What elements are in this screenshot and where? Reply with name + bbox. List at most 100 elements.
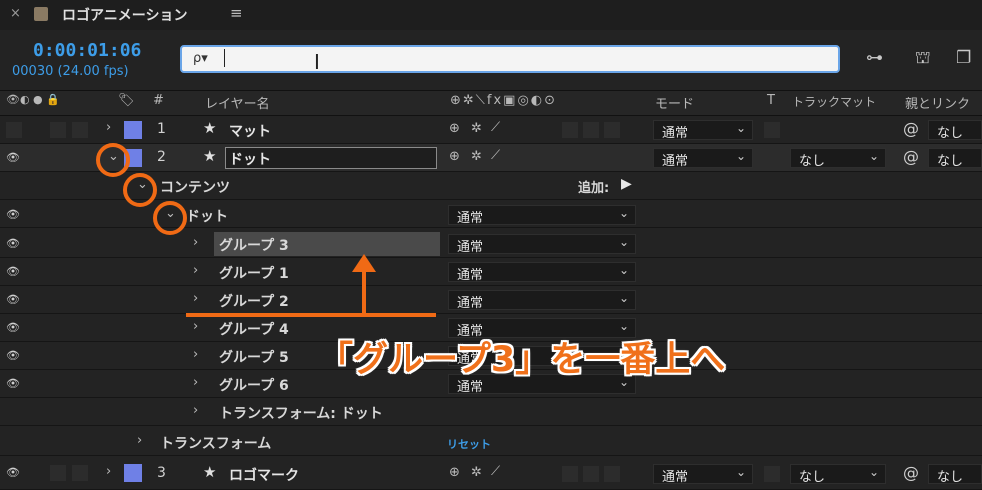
chevron-down-icon: ⌄	[735, 121, 746, 135]
close-tab-icon[interactable]: ×	[10, 6, 21, 21]
transform-row[interactable]	[0, 428, 982, 456]
eye-icon[interactable]: 👁	[6, 349, 20, 362]
collapse-switch-icon[interactable]: ✲	[471, 121, 482, 136]
eye-icon[interactable]: 👁	[6, 151, 20, 164]
switch-cell[interactable]	[583, 122, 599, 138]
mode-dropdown[interactable]: 通常 ⌄	[653, 120, 753, 141]
group-name[interactable]: グループ 6	[219, 375, 289, 395]
shy-switch-icon[interactable]: ⊕	[449, 121, 460, 136]
frame-count-display: 00030 (24.00 fps)	[12, 64, 129, 79]
add-play-icon[interactable]: ▶	[621, 176, 632, 192]
quality-switch-icon[interactable]: ⟋	[491, 148, 500, 163]
blend-mode-dropdown[interactable]: 通常 ⌄	[448, 262, 636, 283]
chevron-right-icon[interactable]: ›	[106, 120, 111, 135]
chevron-right-icon[interactable]: ›	[193, 235, 198, 250]
chevron-right-icon[interactable]: ›	[193, 403, 198, 418]
eye-icon[interactable]: 👁	[6, 321, 20, 334]
parent-dropdown[interactable]: なし	[928, 120, 982, 141]
solo-toggle[interactable]	[50, 122, 66, 138]
eye-icon[interactable]: 👁	[6, 208, 20, 221]
switch-cell[interactable]	[604, 466, 620, 482]
pick-whip-icon[interactable]: @	[903, 147, 919, 166]
lock-toggle[interactable]	[72, 122, 88, 138]
blend-mode-dropdown[interactable]: 通常 ⌄	[448, 234, 636, 255]
group-name[interactable]: グループ 2	[219, 291, 289, 311]
transform-label: トランスフォーム	[160, 436, 272, 452]
lock-toggle[interactable]	[72, 150, 88, 166]
layer-name[interactable]: ドット	[229, 149, 271, 169]
layer-name-column-header[interactable]: レイヤー名	[205, 93, 270, 112]
group-name[interactable]: グループ 4	[219, 319, 289, 339]
mode-dropdown[interactable]: 通常 ⌄	[653, 148, 753, 169]
eye-icon[interactable]: 👁	[6, 466, 20, 479]
layer-name[interactable]: マット	[229, 121, 271, 141]
layer-name[interactable]: ロゴマーク	[229, 465, 299, 485]
annotation-text: 「グループ3」を一番上へ	[318, 340, 726, 380]
group-name[interactable]: グループ 1	[219, 263, 289, 283]
switch-cell[interactable]	[583, 466, 599, 482]
composition-flowchart-icon[interactable]: ⊶	[866, 48, 883, 68]
lock-toggle[interactable]	[72, 465, 88, 481]
chevron-right-icon[interactable]: ›	[193, 319, 198, 334]
transform-dot-row[interactable]	[0, 398, 982, 426]
track-matte-dropdown[interactable]: なし ⌄	[790, 148, 886, 169]
quality-switch-icon[interactable]: ⟋	[491, 464, 500, 479]
preserve-transparency-toggle[interactable]	[764, 466, 780, 482]
solo-toggle[interactable]	[50, 465, 66, 481]
eye-icon[interactable]: 👁	[6, 293, 20, 306]
switch-cell[interactable]	[562, 122, 578, 138]
chevron-right-icon[interactable]: ›	[193, 375, 198, 390]
chevron-right-icon[interactable]: ›	[193, 291, 198, 306]
parent-column-header: 親とリンク	[905, 97, 971, 112]
text-cursor	[224, 49, 225, 67]
arrow-shaft	[362, 270, 366, 317]
switch-cell[interactable]	[562, 150, 578, 166]
add-label[interactable]: 追加:	[578, 177, 609, 196]
shy-switch-icon[interactable]: ⊕	[449, 465, 460, 480]
chevron-right-icon[interactable]: ›	[193, 263, 198, 278]
draft-3d-icon[interactable]: ⛫	[915, 48, 931, 70]
eye-icon[interactable]: 👁	[6, 265, 20, 278]
shy-switch-icon[interactable]: ⊕	[449, 149, 460, 164]
pick-whip-icon[interactable]: @	[903, 463, 919, 482]
preserve-transparency-toggle[interactable]	[764, 150, 780, 166]
collapse-switch-icon[interactable]: ✲	[471, 465, 482, 480]
video-toggle[interactable]	[6, 122, 22, 138]
group-name[interactable]: グループ 3	[219, 235, 289, 255]
parent-dropdown[interactable]: なし	[928, 148, 982, 169]
eye-icon[interactable]: 👁	[6, 237, 20, 250]
chevron-down-icon: ⌄	[735, 465, 746, 479]
blend-mode-dropdown[interactable]: 通常 ⌄	[448, 205, 636, 226]
reset-link[interactable]: リセット	[447, 436, 491, 452]
quality-switch-icon[interactable]: ⟋	[491, 120, 500, 135]
preserve-transparency-toggle[interactable]	[764, 122, 780, 138]
chevron-down-icon: ⌄	[618, 235, 629, 249]
group-name[interactable]: グループ 5	[219, 347, 289, 367]
highlight-circle	[123, 173, 157, 207]
transform-dot-label: トランスフォーム: ドット	[219, 406, 383, 422]
blend-mode-dropdown[interactable]: 通常 ⌄	[448, 290, 636, 311]
label-color-swatch[interactable]	[124, 464, 142, 482]
parent-dropdown[interactable]: なし	[928, 464, 982, 485]
chevron-right-icon[interactable]: ›	[193, 347, 198, 362]
search-icon[interactable]: ρ▾	[193, 51, 208, 66]
solo-toggle[interactable]	[50, 150, 66, 166]
switch-cell[interactable]	[604, 122, 620, 138]
collapse-switch-icon[interactable]: ✲	[471, 149, 482, 164]
eye-icon[interactable]: 👁	[6, 377, 20, 390]
current-time-display[interactable]: 0:00:01:06	[33, 40, 141, 61]
composition-tab-title[interactable]: ロゴアニメーション	[62, 5, 187, 25]
label-color-swatch[interactable]	[124, 121, 142, 139]
chevron-down-icon: ⌄	[618, 206, 629, 220]
chevron-right-icon[interactable]: ›	[137, 433, 142, 448]
search-input[interactable]	[180, 45, 840, 73]
switch-cell[interactable]	[562, 466, 578, 482]
switch-cell[interactable]	[583, 150, 599, 166]
switch-cell[interactable]	[604, 150, 620, 166]
pick-whip-icon[interactable]: @	[903, 119, 919, 138]
mode-dropdown[interactable]: 通常 ⌄	[653, 464, 753, 485]
chevron-right-icon[interactable]: ›	[106, 464, 111, 479]
track-matte-dropdown[interactable]: なし ⌄	[790, 464, 886, 485]
frame-blending-icon[interactable]: ❐	[956, 48, 971, 68]
panel-menu-icon[interactable]: ≡	[230, 4, 243, 22]
